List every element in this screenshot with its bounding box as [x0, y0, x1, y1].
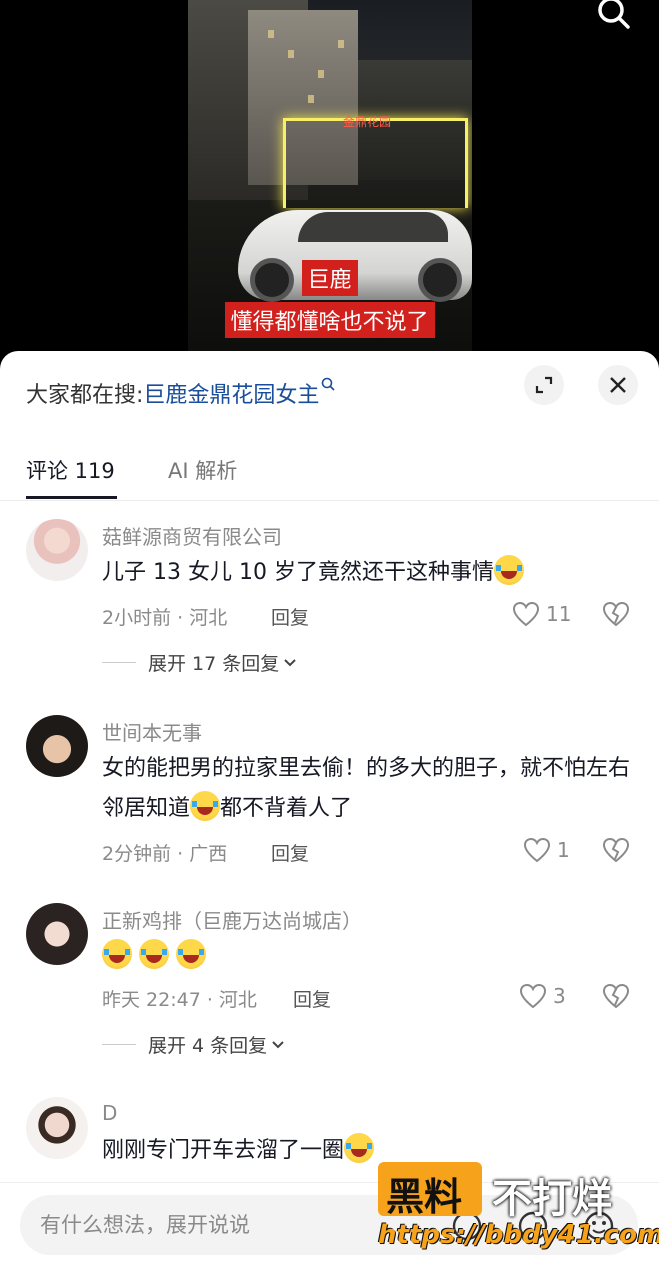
- comment-text: 女的能把男的拉家里去偷！的多大的胆子，就不怕左右邻居知道 都不背着人了: [102, 749, 632, 829]
- comment-time-location: 2分钟前 · 广西: [102, 843, 228, 865]
- reply-button[interactable]: 回复: [271, 603, 309, 630]
- expand-replies[interactable]: 展开 4 条回复: [102, 1031, 285, 1058]
- window-light: [288, 50, 294, 58]
- like-button[interactable]: 3: [519, 983, 566, 1009]
- comment-username[interactable]: 正新鸡排（巨鹿万达尚城店）: [102, 905, 362, 934]
- comment-username[interactable]: D: [102, 1101, 117, 1125]
- comment-text: [102, 937, 632, 977]
- search-icon: [322, 377, 336, 391]
- comment-username[interactable]: 世间本无事: [102, 717, 202, 746]
- like-count: 11: [546, 602, 572, 626]
- window-light: [338, 40, 344, 48]
- comment-time-location: 昨天 22:47 · 河北: [102, 989, 257, 1011]
- laugh-cry-emoji-icon: [102, 939, 132, 969]
- divider: [102, 662, 136, 663]
- like-button[interactable]: 1: [523, 837, 570, 863]
- grin-emoji-icon: [344, 1133, 375, 1163]
- heart-icon: [512, 601, 540, 627]
- reply-button[interactable]: 回复: [293, 985, 331, 1012]
- comment-text-tail: 都不背着人了: [220, 796, 353, 821]
- watermark-brand-b: 不打烊: [492, 1176, 612, 1222]
- expand-icon: [535, 376, 553, 394]
- divider: [102, 1044, 136, 1045]
- search-icon[interactable]: [596, 0, 632, 30]
- dislike-icon[interactable]: [602, 983, 630, 1009]
- tab-underline: [26, 496, 117, 499]
- expand-replies[interactable]: 展开 17 条回复: [102, 649, 297, 676]
- like-count: 3: [553, 984, 566, 1008]
- suggest-link[interactable]: 巨鹿金鼎花园女主: [143, 383, 319, 408]
- window-light: [318, 70, 324, 78]
- window-light: [308, 95, 314, 103]
- avatar[interactable]: [26, 519, 88, 581]
- tab-bar: 评论 119 AI 解析: [0, 441, 659, 501]
- laugh-cry-emoji-icon: [139, 939, 169, 969]
- dislike-icon[interactable]: [602, 837, 630, 863]
- comment-time-location: 2小时前 · 河北: [102, 607, 228, 629]
- like-button[interactable]: 11: [512, 601, 571, 627]
- tab-comments[interactable]: 评论 119: [26, 455, 115, 485]
- window-light: [268, 30, 274, 38]
- comment-text: 儿子 13 女儿 10 岁了竟然还干这种事情: [102, 553, 632, 593]
- expand-replies-label: 展开 17 条回复: [148, 653, 280, 675]
- like-count: 1: [557, 838, 570, 862]
- dislike-icon[interactable]: [602, 601, 630, 627]
- comment-sheet: 大家都在搜:巨鹿金鼎花园女主 评论 119 AI 解析 菇鲜源商贸有限公司 儿子…: [0, 351, 659, 1280]
- reply-button[interactable]: 回复: [271, 839, 309, 866]
- video-caption-2: 懂得都懂啥也不说了: [224, 302, 435, 338]
- laugh-cry-emoji-icon: [493, 555, 524, 585]
- gate-lights: [283, 118, 468, 208]
- video-player[interactable]: 金鼎花园 巨鹿 懂得都懂啥也不说了: [0, 0, 659, 360]
- gate-sign: 金鼎花园: [343, 115, 392, 129]
- comment-text-body: 女的能把男的拉家里去偷！的多大的胆子，就不怕左右邻居知道: [102, 756, 631, 821]
- search-suggestion: 大家都在搜:巨鹿金鼎花园女主: [26, 377, 336, 409]
- car-wheel: [250, 258, 294, 302]
- chevron-down-icon: [284, 658, 296, 666]
- comment-text-body: 刚刚专门开车去溜了一圈: [102, 1138, 345, 1163]
- close-icon: [610, 377, 626, 393]
- heart-icon: [523, 837, 551, 863]
- watermark-brand-a: 黑料: [386, 1175, 463, 1219]
- chevron-down-icon: [272, 1040, 284, 1048]
- car-wheel: [418, 258, 462, 302]
- comment-username[interactable]: 菇鲜源商贸有限公司: [102, 521, 282, 550]
- avatar[interactable]: [26, 1097, 88, 1159]
- expand-replies-label: 展开 4 条回复: [148, 1035, 268, 1057]
- expand-button[interactable]: [524, 365, 564, 405]
- watermark: 黑料 不打烊 https://bbdy41.com: [378, 1162, 659, 1256]
- comment-text-body: 儿子 13 女儿 10 岁了竟然还干这种事情: [102, 560, 494, 585]
- close-button[interactable]: [598, 365, 638, 405]
- laugh-cry-emoji-icon: [176, 939, 206, 969]
- avatar[interactable]: [26, 903, 88, 965]
- tab-ai-analysis[interactable]: AI 解析: [168, 455, 237, 485]
- laugh-cry-emoji-icon: [190, 791, 221, 821]
- video-caption-1: 巨鹿: [301, 260, 358, 296]
- suggest-label: 大家都在搜:: [26, 383, 144, 408]
- car-window: [298, 212, 448, 242]
- heart-icon: [519, 983, 547, 1009]
- watermark-url: https://bbdy41.com: [378, 1220, 659, 1250]
- avatar[interactable]: [26, 715, 88, 777]
